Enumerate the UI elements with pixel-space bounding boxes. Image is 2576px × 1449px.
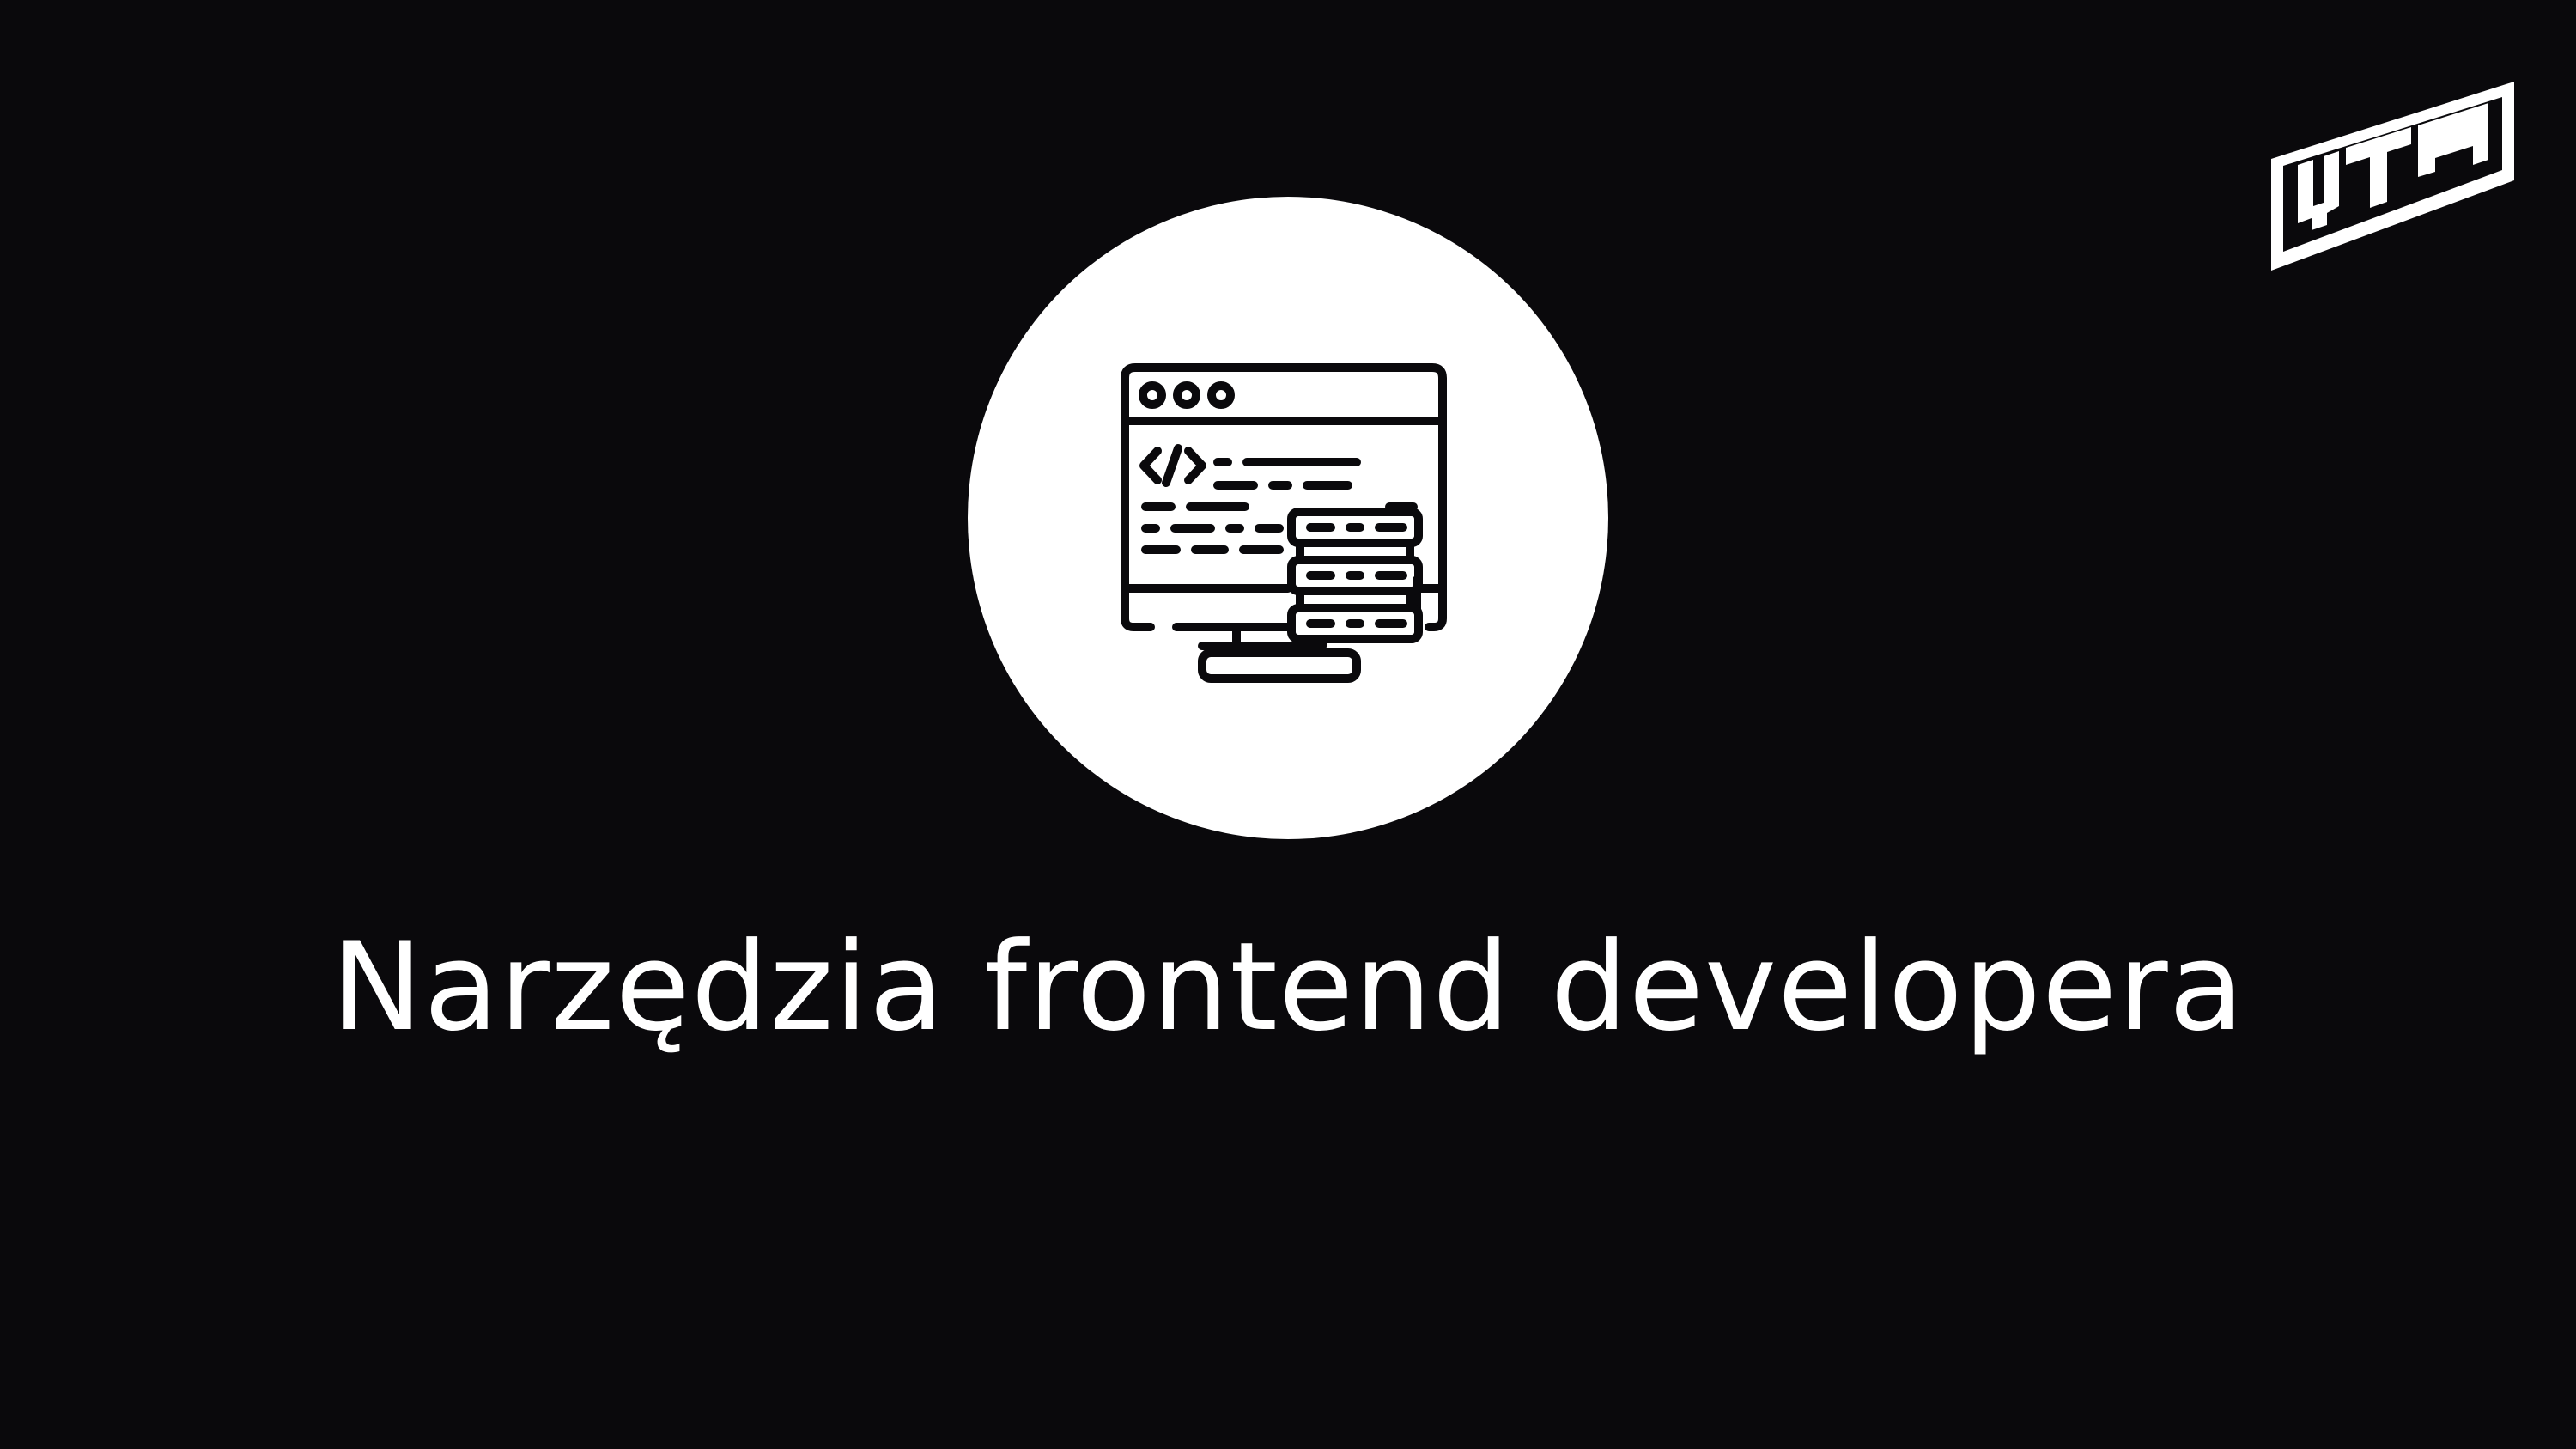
slide-title: Narzędzia frontend developera	[331, 916, 2245, 1058]
brand-logo	[2271, 82, 2514, 271]
slide: Narzędzia frontend developera	[0, 0, 2576, 1449]
frontend-code-window-icon	[1121, 363, 1447, 683]
